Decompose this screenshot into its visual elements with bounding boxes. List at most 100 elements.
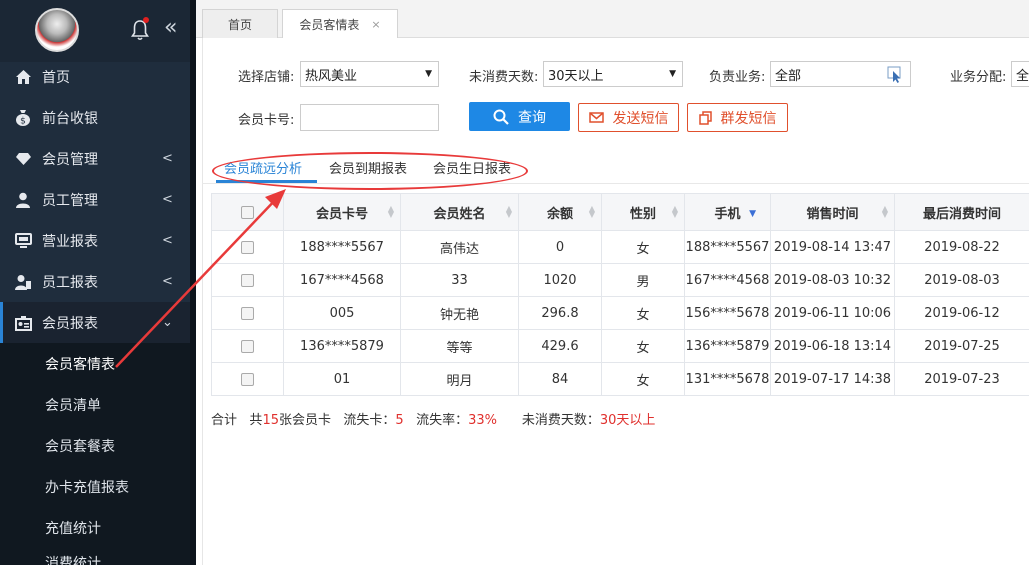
chevron-left-icon: < <box>162 274 173 289</box>
menu-item-label: 会员报表 <box>42 315 98 332</box>
row-checkbox[interactable] <box>241 339 254 353</box>
column-header[interactable]: 销售时间 ▲ ▼ <box>770 193 895 231</box>
menu-item-member-report[interactable]: 会员报表 ⌄ <box>0 302 190 343</box>
tab-member-relation[interactable]: 会员客情表 × <box>282 9 398 39</box>
store-label: 选择店铺: <box>238 70 295 85</box>
submenu-item-member-list[interactable]: 会员清单 <box>0 384 190 425</box>
summary-lost-label: 流失卡： <box>343 413 396 428</box>
menu-item-label: 营业报表 <box>42 233 98 250</box>
days-label: 未消费天数: <box>469 70 539 85</box>
submenu-label: 充值统计 <box>45 520 101 537</box>
dropdown-arrow-icon: ▼ <box>669 69 676 79</box>
table-row[interactable]: 167****4568 33 1020 男 167****4568 2019-08-03 … <box>211 263 1029 297</box>
row-checkbox[interactable] <box>241 306 254 320</box>
picker-icon[interactable] <box>887 66 903 83</box>
table-row[interactable]: 005 钟无艳 296.8 女 156****5678 2019-06-11 10:06 2… <box>211 296 1029 330</box>
chevron-down-icon: ⌄ <box>162 315 173 330</box>
search-icon <box>493 109 509 125</box>
sort-desc-icon[interactable]: ▼ <box>749 209 756 219</box>
row-checkbox-cell <box>211 230 284 264</box>
column-header[interactable]: 会员卡号 ▲ ▼ <box>283 193 401 231</box>
table-row[interactable]: 136****5879 等等 429.6 女 136****5879 2019-06-18… <box>211 329 1029 363</box>
table-cell: 高伟达 <box>400 230 519 264</box>
table-cell: 钟无艳 <box>400 296 519 330</box>
summary-bar: 合计 共15张会员卡 流失卡：5 流失率：33% 未消费天数：30天以上 <box>211 409 655 428</box>
tab-home[interactable]: 首页 <box>202 9 278 38</box>
submenu-label: 消费统计 <box>45 556 101 565</box>
column-header[interactable]: 余额 ▲ ▼ <box>518 193 602 231</box>
submenu-item-consume-stats[interactable]: 消费统计 <box>0 548 190 565</box>
submenu-label: 会员客情表 <box>45 356 115 373</box>
query-button[interactable]: 查询 <box>469 102 570 131</box>
column-header-label: 会员姓名 <box>433 206 486 222</box>
envelope-icon <box>588 112 604 123</box>
column-header-label: 销售时间 <box>806 206 859 222</box>
menu-item-staff-mgmt[interactable]: 员工管理 < <box>0 179 190 220</box>
diamond-icon <box>14 150 32 168</box>
table-cell: 156****5678 <box>684 296 771 330</box>
submenu-item-card-recharge[interactable]: 办卡充值报表 <box>0 466 190 507</box>
row-checkbox-cell <box>211 263 284 297</box>
sidebar: « 首页 $ 前台收银 会员管理 < 员工管理 < 营业报表 < 员工报表 < … <box>0 0 196 565</box>
submenu-label: 会员清单 <box>45 397 101 414</box>
query-button-label: 查询 <box>518 109 546 126</box>
sort-icon[interactable]: ▲ ▼ <box>388 205 394 219</box>
dropdown-arrow-icon: ▼ <box>425 69 432 79</box>
sort-icon[interactable]: ▲ ▼ <box>589 205 595 219</box>
mass-sms-button[interactable]: 群发短信 <box>687 103 788 132</box>
summary-days-label: 未消费天数： <box>521 413 600 428</box>
column-header[interactable]: 最后消费时间 <box>894 193 1029 231</box>
menu-item-home[interactable]: 首页 <box>0 56 190 97</box>
column-header[interactable]: 性别 ▲ ▼ <box>601 193 685 231</box>
chevron-left-icon: < <box>162 151 173 166</box>
row-checkbox[interactable] <box>241 372 254 386</box>
sidebar-header: « <box>0 0 196 62</box>
user-icon <box>14 191 32 209</box>
menu-item-label: 首页 <box>42 69 70 86</box>
submenu-item-member-relation[interactable]: 会员客情表 <box>0 343 190 384</box>
submenu-item-recharge-stats[interactable]: 充值统计 <box>0 507 190 548</box>
sort-icon[interactable]: ▲ ▼ <box>506 205 512 219</box>
column-header[interactable]: 手机 ▼ <box>684 193 771 231</box>
menu-item-label: 员工管理 <box>42 192 98 209</box>
avatar[interactable] <box>35 8 79 52</box>
column-header[interactable]: 会员姓名 ▲ ▼ <box>400 193 519 231</box>
submenu-item-member-package[interactable]: 会员套餐表 <box>0 425 190 466</box>
table-cell: 296.8 <box>518 296 602 330</box>
sort-icon[interactable]: ▲ ▼ <box>882 205 888 219</box>
table-row[interactable]: 188****5567 高伟达 0 女 188****5567 2019-08-14 13… <box>211 230 1029 264</box>
sort-icon[interactable]: ▲ ▼ <box>672 205 678 219</box>
menu-item-cashier[interactable]: $ 前台收银 <box>0 97 190 138</box>
table-cell: 0 <box>518 230 602 264</box>
row-checkbox-cell <box>211 329 284 363</box>
table-cell: 2019-06-11 10:06 <box>770 296 895 330</box>
send-sms-button[interactable]: 发送短信 <box>578 103 679 132</box>
table-row[interactable]: 01 明月 84 女 131****5678 2019-07-17 14:38 2019-0… <box>211 362 1029 396</box>
table-cell: 429.6 <box>518 329 602 363</box>
svg-text:$: $ <box>20 117 26 127</box>
table-cell: 男 <box>601 263 685 297</box>
annotation-ellipse <box>212 152 528 190</box>
chevron-left-icon: < <box>162 233 173 248</box>
menu-item-staff-report[interactable]: 员工报表 < <box>0 261 190 302</box>
days-select[interactable]: 30天以上 ▼ <box>543 61 683 87</box>
close-icon[interactable]: × <box>371 18 380 31</box>
copy-icon <box>698 110 712 125</box>
table-cell: 2019-08-14 13:47 <box>770 230 895 264</box>
table-cell: 131****5678 <box>684 362 771 396</box>
store-select[interactable]: 热风美业 ▼ <box>300 61 439 87</box>
collapse-sidebar-icon[interactable]: « <box>164 14 177 42</box>
assign-select[interactable]: 全 <box>1011 61 1029 87</box>
staff-select[interactable]: 全部 <box>770 61 911 87</box>
staff-label: 负责业务: <box>709 70 766 85</box>
card-number-input[interactable] <box>300 104 439 131</box>
id-card-icon <box>14 314 32 332</box>
menu-item-business-report[interactable]: 营业报表 < <box>0 220 190 261</box>
menu-item-member-mgmt[interactable]: 会员管理 < <box>0 138 190 179</box>
table-cell: 女 <box>601 230 685 264</box>
row-checkbox[interactable] <box>241 240 254 254</box>
menu-item-label: 前台收银 <box>42 110 98 127</box>
select-all-checkbox[interactable] <box>241 205 254 219</box>
table-cell: 167****4568 <box>684 263 771 297</box>
row-checkbox[interactable] <box>241 273 254 287</box>
